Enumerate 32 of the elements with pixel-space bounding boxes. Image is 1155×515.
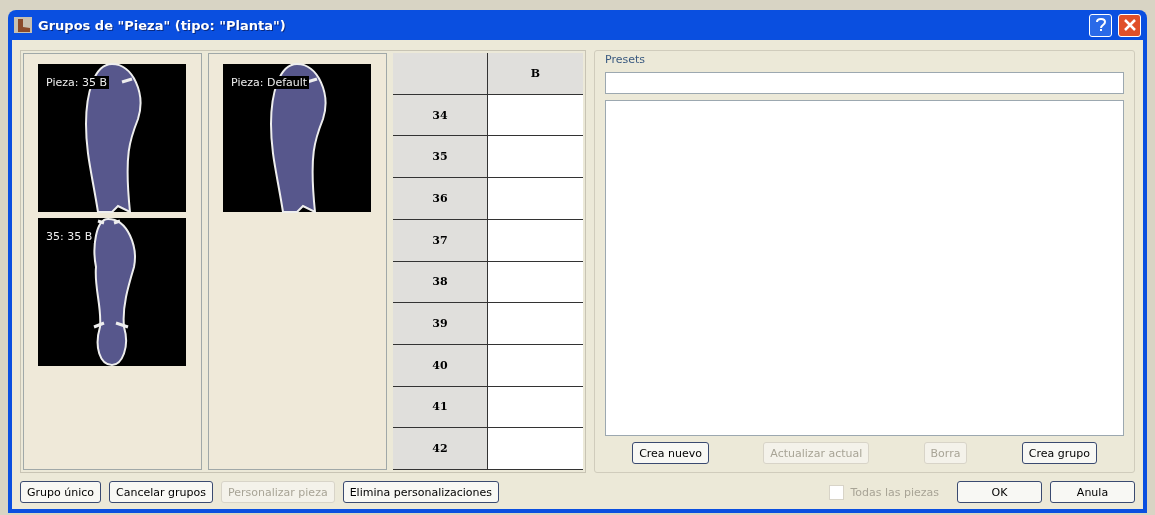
piece-label: Pieza: 35 B (44, 76, 109, 89)
piece-label: 35: 35 B (44, 230, 95, 243)
row-header: 41 (393, 386, 488, 429)
group-title: Presets (605, 53, 647, 66)
help-icon (1095, 18, 1106, 32)
help-button[interactable] (1089, 13, 1112, 37)
piece-preview[interactable]: Pieza: Default (223, 64, 371, 212)
piece-preview[interactable]: 35: 35 B (38, 218, 186, 366)
row-header: 42 (393, 428, 488, 470)
row-header: 34 (393, 94, 488, 137)
row-header: 40 (393, 344, 488, 387)
checkbox-label: Todas las piezas (850, 485, 939, 499)
window-title: Grupos de "Pieza" (tipo: "Planta") (38, 17, 286, 33)
piece-preview[interactable]: Pieza: 35 B (38, 64, 186, 212)
action-button[interactable]: Cancelar grupos (109, 481, 213, 503)
action-button[interactable]: Grupo único (20, 481, 101, 503)
piece-label: Pieza: Default (229, 76, 310, 89)
row-header: 37 (393, 219, 488, 262)
boot-icon (14, 17, 32, 33)
dialog-button[interactable]: OK (957, 481, 1042, 503)
preset-button[interactable]: Crea nuevo (632, 442, 710, 464)
close-icon (1123, 19, 1136, 31)
dialog-button[interactable]: Anula (1050, 481, 1135, 503)
action-button[interactable]: Elimina personalizaciones (342, 481, 500, 503)
row-header: 36 (393, 178, 488, 220)
row-header: 38 (393, 261, 488, 304)
column-header: B (488, 53, 583, 95)
row-header: 39 (393, 303, 488, 345)
row-header: 35 (393, 136, 488, 179)
preset-name-field[interactable] (605, 72, 1124, 94)
preset-button[interactable]: Crea grupo (1021, 442, 1097, 464)
close-button[interactable] (1118, 13, 1141, 37)
